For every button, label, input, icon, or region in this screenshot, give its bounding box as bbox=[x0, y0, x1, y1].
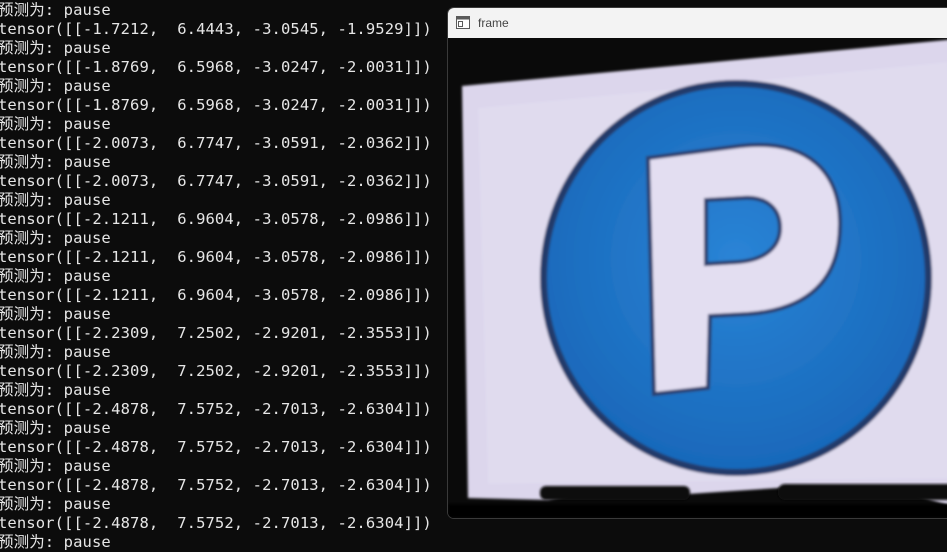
terminal-line: tensor([[-2.4878, 7.5752, -2.7013, -2.63… bbox=[0, 438, 432, 456]
terminal-output: 预测为: pause tensor([[-1.7212, 6.4443, -3.0… bbox=[0, 1, 432, 552]
terminal-line: 预测为: pause bbox=[0, 115, 111, 133]
terminal-line: 预测为: pause bbox=[0, 229, 111, 247]
terminal-line: tensor([[-2.1211, 6.9604, -3.0578, -2.09… bbox=[0, 248, 432, 266]
terminal-line: 预测为: pause bbox=[0, 39, 111, 57]
terminal-line: 预测为: pause bbox=[0, 457, 111, 475]
terminal-line: tensor([[-2.2309, 7.2502, -2.9201, -2.35… bbox=[0, 324, 432, 342]
terminal-line: 预测为: pause bbox=[0, 419, 111, 437]
terminal-line: 预测为: pause bbox=[0, 77, 111, 95]
terminal-line: 预测为: pause bbox=[0, 191, 111, 209]
camera-frame-image bbox=[448, 38, 947, 518]
terminal-line: 预测为: pause bbox=[0, 381, 111, 399]
terminal-line: 预测为: pause bbox=[0, 495, 111, 513]
terminal-line: 预测为: pause bbox=[0, 533, 111, 551]
terminal-line: tensor([[-1.8769, 6.5968, -3.0247, -2.00… bbox=[0, 96, 432, 114]
terminal-line: tensor([[-2.1211, 6.9604, -3.0578, -2.09… bbox=[0, 286, 432, 304]
terminal-line: tensor([[-1.7212, 6.4443, -3.0545, -1.95… bbox=[0, 20, 432, 38]
terminal-line: tensor([[-1.8769, 6.5968, -3.0247, -2.00… bbox=[0, 58, 432, 76]
frame-titlebar[interactable]: frame bbox=[448, 8, 947, 39]
terminal-line: tensor([[-2.0073, 6.7747, -3.0591, -2.03… bbox=[0, 172, 432, 190]
terminal-line: tensor([[-2.4878, 7.5752, -2.7013, -2.63… bbox=[0, 400, 432, 418]
terminal-line: tensor([[-2.1211, 6.9604, -3.0578, -2.09… bbox=[0, 210, 432, 228]
terminal-line: 预测为: pause bbox=[0, 267, 111, 285]
terminal-line: 预测为: pause bbox=[0, 305, 111, 323]
terminal-line: 预测为: pause bbox=[0, 1, 111, 19]
window-app-icon bbox=[456, 16, 470, 29]
terminal-line: 预测为: pause bbox=[0, 343, 111, 361]
terminal-line: tensor([[-2.2309, 7.2502, -2.9201, -2.35… bbox=[0, 362, 432, 380]
terminal-line: tensor([[-2.0073, 6.7747, -3.0591, -2.03… bbox=[0, 134, 432, 152]
frame-window[interactable]: frame bbox=[448, 8, 947, 518]
terminal-line: tensor([[-2.4878, 7.5752, -2.7013, -2.63… bbox=[0, 476, 432, 494]
frame-window-title: frame bbox=[478, 16, 509, 30]
terminal-line: tensor([[-2.4878, 7.5752, -2.7013, -2.63… bbox=[0, 514, 432, 532]
terminal-line: 预测为: pause bbox=[0, 153, 111, 171]
